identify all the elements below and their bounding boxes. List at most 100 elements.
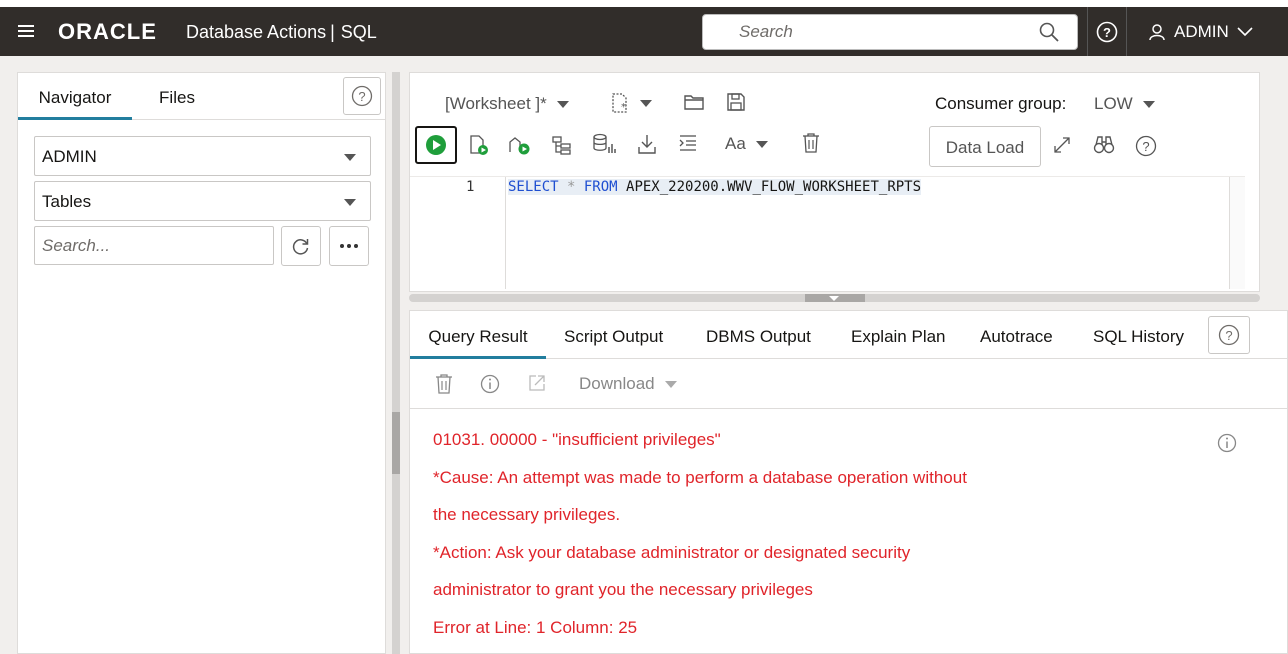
code-line[interactable]: SELECT * FROM APEX_220200.WWV_FLOW_WORKS… <box>508 179 922 195</box>
worksheet-editor-panel: [Worksheet ]* * Consumer group: LOW Aa D… <box>409 72 1260 292</box>
line-gutter: 1 <box>410 177 506 289</box>
app-title: Database Actions | SQL <box>186 22 377 43</box>
vertical-splitter[interactable] <box>392 72 400 654</box>
top-strip <box>0 0 1288 7</box>
search-icon[interactable] <box>1039 22 1059 47</box>
tab-autotrace[interactable]: Autotrace <box>980 311 1053 359</box>
error-action-line: *Action: Ask your database administrator… <box>433 542 911 562</box>
worksheet-select[interactable]: [Worksheet ]* <box>445 94 569 114</box>
autotrace-button[interactable] <box>592 133 616 155</box>
navigator-tabs: Navigator Files ? <box>18 73 385 120</box>
horizontal-splitter[interactable] <box>409 294 1260 302</box>
run-statement-button[interactable] <box>415 126 457 164</box>
consumer-group-value: LOW <box>1094 94 1133 113</box>
refresh-button[interactable] <box>281 226 321 266</box>
tab-files[interactable]: Files <box>142 73 212 120</box>
tab-explain-plan[interactable]: Explain Plan <box>851 311 946 359</box>
code-editor[interactable]: 1 SELECT * FROM APEX_220200.WWV_FLOW_WOR… <box>410 176 1245 289</box>
hamburger-menu-icon[interactable] <box>18 25 34 39</box>
caret-down-icon <box>664 380 677 388</box>
caret-down-icon <box>344 199 356 206</box>
tab-sql-history[interactable]: SQL History <box>1093 311 1184 359</box>
error-code-line: 01031. 00000 - "insufficient privileges" <box>433 430 721 449</box>
font-size-select[interactable]: Aa <box>725 134 768 154</box>
svg-text:?: ? <box>1103 25 1111 40</box>
consumer-group-label: Consumer group: <box>935 94 1067 113</box>
save-icon <box>727 93 745 111</box>
save-button[interactable] <box>726 92 746 112</box>
object-type-select[interactable]: Tables <box>34 181 371 221</box>
collapse-icon[interactable] <box>829 296 839 301</box>
download-editor-button[interactable] <box>637 133 657 155</box>
error-action-cont-line: administrator to grant you the necessary… <box>433 580 813 599</box>
explain-plan-button[interactable] <box>551 135 573 155</box>
error-info-button[interactable] <box>1217 433 1237 458</box>
splitter-grip[interactable] <box>392 412 400 474</box>
svg-text:?: ? <box>1225 328 1232 343</box>
editor-scrollbar[interactable] <box>1229 177 1245 289</box>
external-link-icon <box>529 375 545 391</box>
help-icon: ? <box>1218 324 1240 346</box>
caret-down-icon <box>1142 100 1155 108</box>
expand-icon <box>1054 137 1070 153</box>
play-icon <box>426 135 446 155</box>
svg-text:?: ? <box>358 89 365 104</box>
consumer-group-select[interactable]: LOW <box>1094 94 1155 114</box>
results-help-button[interactable]: ? <box>1208 316 1250 354</box>
find-button[interactable] <box>1093 135 1115 155</box>
oracle-logo: ORACLE <box>58 19 157 44</box>
caret-down-icon <box>640 99 652 107</box>
info-icon <box>1217 433 1237 453</box>
schema-value: ADMIN <box>42 147 97 166</box>
app-name: Database Actions <box>186 22 327 42</box>
header-help-button[interactable]: ? <box>1087 7 1127 56</box>
open-button[interactable] <box>683 93 705 111</box>
schema-select[interactable]: ADMIN <box>34 136 371 176</box>
chevron-down-icon <box>1237 26 1253 36</box>
download-label: Download <box>579 374 655 393</box>
svg-text:*: * <box>621 102 626 113</box>
error-cause-line: *Cause: An attempt was made to perform a… <box>433 467 967 487</box>
navigator-help-button[interactable]: ? <box>343 77 381 115</box>
info-button[interactable] <box>480 374 500 394</box>
new-file-icon: * <box>612 93 627 113</box>
trash-icon <box>436 374 452 394</box>
app-header: ORACLE Database Actions|SQL ? ADMIN <box>0 7 1288 56</box>
navigator-search <box>34 226 274 265</box>
error-messages: 01031. 00000 - "insufficient privileges"… <box>433 421 967 646</box>
expand-button[interactable] <box>1052 135 1072 155</box>
code-star: * <box>558 179 584 195</box>
more-actions-button[interactable] <box>329 226 369 266</box>
tab-dbms-output[interactable]: DBMS Output <box>706 311 811 359</box>
download-icon <box>638 135 656 154</box>
user-menu[interactable]: ADMIN <box>1148 7 1253 56</box>
new-worksheet-button[interactable]: * <box>610 92 652 114</box>
run-script-button[interactable] <box>469 134 489 156</box>
font-size-icon: Aa <box>725 134 746 153</box>
results-toolbar: Download <box>410 359 1287 409</box>
clear-editor-button[interactable] <box>801 132 821 154</box>
error-cause-cont-line: the necessary privileges. <box>433 505 621 524</box>
keyword-from: FROM <box>583 179 618 195</box>
clear-results-button[interactable] <box>434 373 454 395</box>
open-in-new-button[interactable] <box>527 373 547 393</box>
binoculars-icon <box>1093 136 1115 154</box>
tab-script-output[interactable]: Script Output <box>564 311 663 359</box>
user-icon <box>1149 23 1165 40</box>
global-search-input[interactable] <box>703 15 1033 49</box>
tab-query-result[interactable]: Query Result <box>410 311 546 359</box>
navigator-panel: Navigator Files ? ADMIN Tables <box>17 72 386 654</box>
data-load-button[interactable]: Data Load <box>929 126 1041 167</box>
format-button[interactable] <box>678 134 698 152</box>
help-icon: ? <box>351 85 373 107</box>
download-select[interactable]: Download <box>579 374 677 394</box>
editor-help-button[interactable]: ? <box>1135 135 1157 157</box>
error-location-line: Error at Line: 1 Column: 25 <box>433 617 638 637</box>
keyword-select: SELECT <box>508 179 559 195</box>
more-icon <box>340 244 358 248</box>
navigator-search-input[interactable] <box>35 227 273 264</box>
code-table-name: APEX_220200.WWV_FLOW_WORKSHEET_RPTS <box>617 179 922 195</box>
worksheet-name: [Worksheet ]* <box>445 94 547 113</box>
tab-navigator[interactable]: Navigator <box>18 73 132 120</box>
run-sql-plus-button[interactable] <box>508 134 532 156</box>
